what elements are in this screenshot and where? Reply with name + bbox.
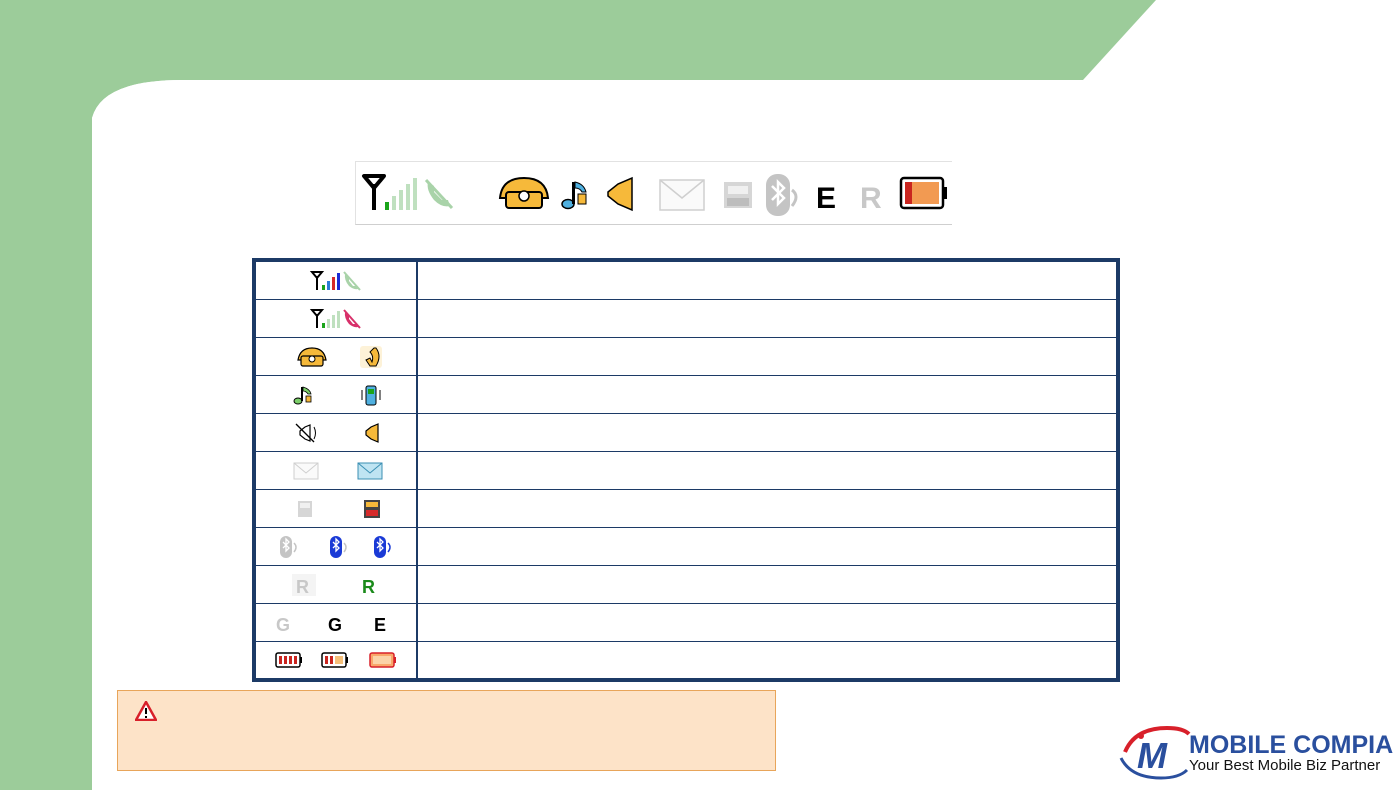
- no-service-icon: [424, 178, 454, 210]
- legend-description: [426, 300, 1116, 337]
- antenna-icon: [362, 174, 386, 210]
- legend-row-weak-signal: [256, 300, 1116, 338]
- legend-description: [426, 338, 1116, 375]
- signal-bars-icon: [385, 178, 417, 210]
- all-calls-off-icon: [298, 501, 312, 517]
- edge-icon: E: [816, 182, 836, 215]
- legend-row-message: [256, 452, 1116, 490]
- rounded-corner: [92, 78, 182, 138]
- weak-signal-icon: [309, 309, 340, 328]
- gprs-on-icon: G: [328, 615, 342, 635]
- legend-row-battery: [256, 642, 1116, 680]
- left-green-band: [0, 0, 92, 790]
- vibrate-icon: [361, 385, 381, 406]
- legend-row-data-service: G G E: [256, 604, 1116, 642]
- legend-description: [426, 604, 1116, 641]
- warning-triangle-icon: [135, 701, 157, 721]
- legend-description: [426, 262, 1116, 299]
- envelope-empty-icon: [293, 462, 319, 480]
- speaker-icon: [607, 176, 633, 212]
- logo-name: MOBILE COMPIA: [1189, 731, 1393, 759]
- legend-description: [426, 528, 1116, 565]
- no-service-icon: [343, 271, 361, 291]
- logo-monogram: M: [1137, 735, 1168, 776]
- top-green-band: [0, 0, 1395, 80]
- envelope-new-icon: [357, 462, 383, 480]
- legend-row-bluetooth: [256, 528, 1116, 566]
- no-service-red-icon: [343, 309, 361, 329]
- legend-row-sound: [256, 414, 1116, 452]
- legend-description: [426, 490, 1116, 527]
- phone-icon: [498, 176, 550, 209]
- legend-description: [426, 414, 1116, 451]
- speaker-mute-icon: [295, 423, 316, 443]
- legend-description: [426, 452, 1116, 489]
- envelope-icon: [659, 179, 705, 211]
- legend-description: [426, 376, 1116, 413]
- battery-low-icon: [369, 652, 396, 668]
- legend-description: [426, 642, 1116, 680]
- ring-tone-icon: [293, 386, 312, 405]
- bluetooth-icon: [766, 174, 798, 216]
- gprs-off-icon: G: [276, 615, 290, 635]
- roaming-icon: R: [860, 182, 882, 215]
- all-calls-on-icon: [364, 500, 380, 518]
- edge-icon: E: [374, 615, 386, 635]
- caution-box: [117, 690, 776, 771]
- bluetooth-off-icon: [280, 536, 297, 558]
- roaming-off-icon: R: [296, 577, 309, 597]
- battery-icon: [899, 176, 947, 210]
- status-icon-strip: E R: [355, 161, 952, 225]
- legend-row-ring-mode: [256, 376, 1116, 414]
- legend-row-phone: [256, 338, 1116, 376]
- legend-row-all-calls: [256, 490, 1116, 528]
- call-handset-icon: [360, 346, 382, 368]
- speaker-icon: [365, 423, 379, 443]
- legend-row-signal: [256, 262, 1116, 300]
- music-note-icon: [561, 181, 587, 210]
- legend-description: [426, 566, 1116, 603]
- bluetooth-connected-icon: [374, 536, 391, 558]
- legend-row-roaming: R R: [256, 566, 1116, 604]
- battery-full-icon: [275, 652, 302, 668]
- icon-legend-table: R R G G E: [252, 258, 1120, 682]
- slide: E R R R G G E M MOBILE COMPIA Your Best …: [0, 0, 1395, 790]
- all-calls-icon: [724, 182, 752, 208]
- logo-tagline: Your Best Mobile Biz Partner: [1189, 757, 1380, 774]
- bluetooth-on-icon: [330, 536, 347, 558]
- phone-icon: [297, 347, 327, 367]
- signal-strength-icon: [309, 271, 340, 290]
- mobile-compia-logo: M MOBILE COMPIA Your Best Mobile Biz Par…: [1117, 722, 1395, 784]
- roaming-on-icon: R: [362, 577, 375, 597]
- battery-half-icon: [321, 652, 348, 668]
